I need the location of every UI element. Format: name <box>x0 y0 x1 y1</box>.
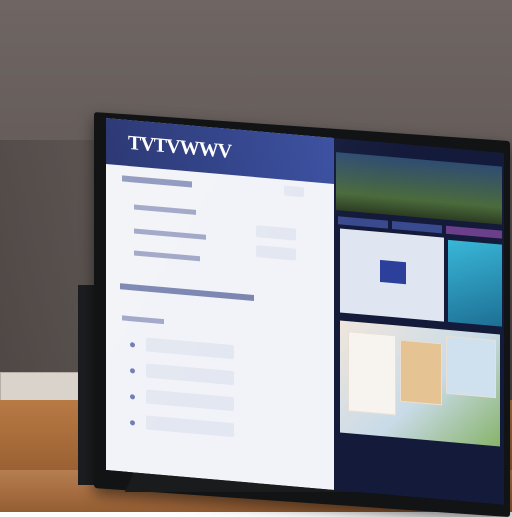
collage-card <box>446 335 496 399</box>
tv-screen: TVTVWWV <box>106 118 504 505</box>
hero-image-tile <box>336 152 502 225</box>
blurred-text-line <box>134 250 200 262</box>
blurred-field <box>284 185 304 198</box>
blurred-list-item <box>146 415 234 438</box>
blurred-text-line <box>134 228 206 240</box>
blurred-field <box>256 225 296 241</box>
list-bullet <box>130 368 135 374</box>
blurred-section-title <box>120 283 254 301</box>
list-bullet <box>130 420 135 426</box>
content-tile-graphic <box>380 259 406 285</box>
tab <box>338 216 388 229</box>
cyan-tile <box>448 239 502 327</box>
photo-scene: TVTVWWV <box>0 0 512 517</box>
blurred-text-line <box>134 204 196 215</box>
tab <box>446 225 502 239</box>
content-tile <box>340 228 444 322</box>
blurred-list-item <box>146 363 234 386</box>
blurred-list-item <box>146 389 234 412</box>
list-bullet <box>130 342 135 348</box>
list-bullet <box>130 394 135 400</box>
tv-logo: TVTVWWV <box>128 131 232 163</box>
blurred-text-line <box>122 175 192 188</box>
blurred-text-line <box>122 315 164 325</box>
collage-card <box>400 339 442 406</box>
blurred-field <box>256 245 296 261</box>
tab <box>392 221 442 234</box>
collage-card <box>348 331 396 416</box>
bottom-collage-tile <box>340 320 500 447</box>
screen-right-panel <box>334 137 504 505</box>
screen-left-panel: TVTVWWV <box>106 118 334 490</box>
blurred-list-item <box>146 337 234 360</box>
